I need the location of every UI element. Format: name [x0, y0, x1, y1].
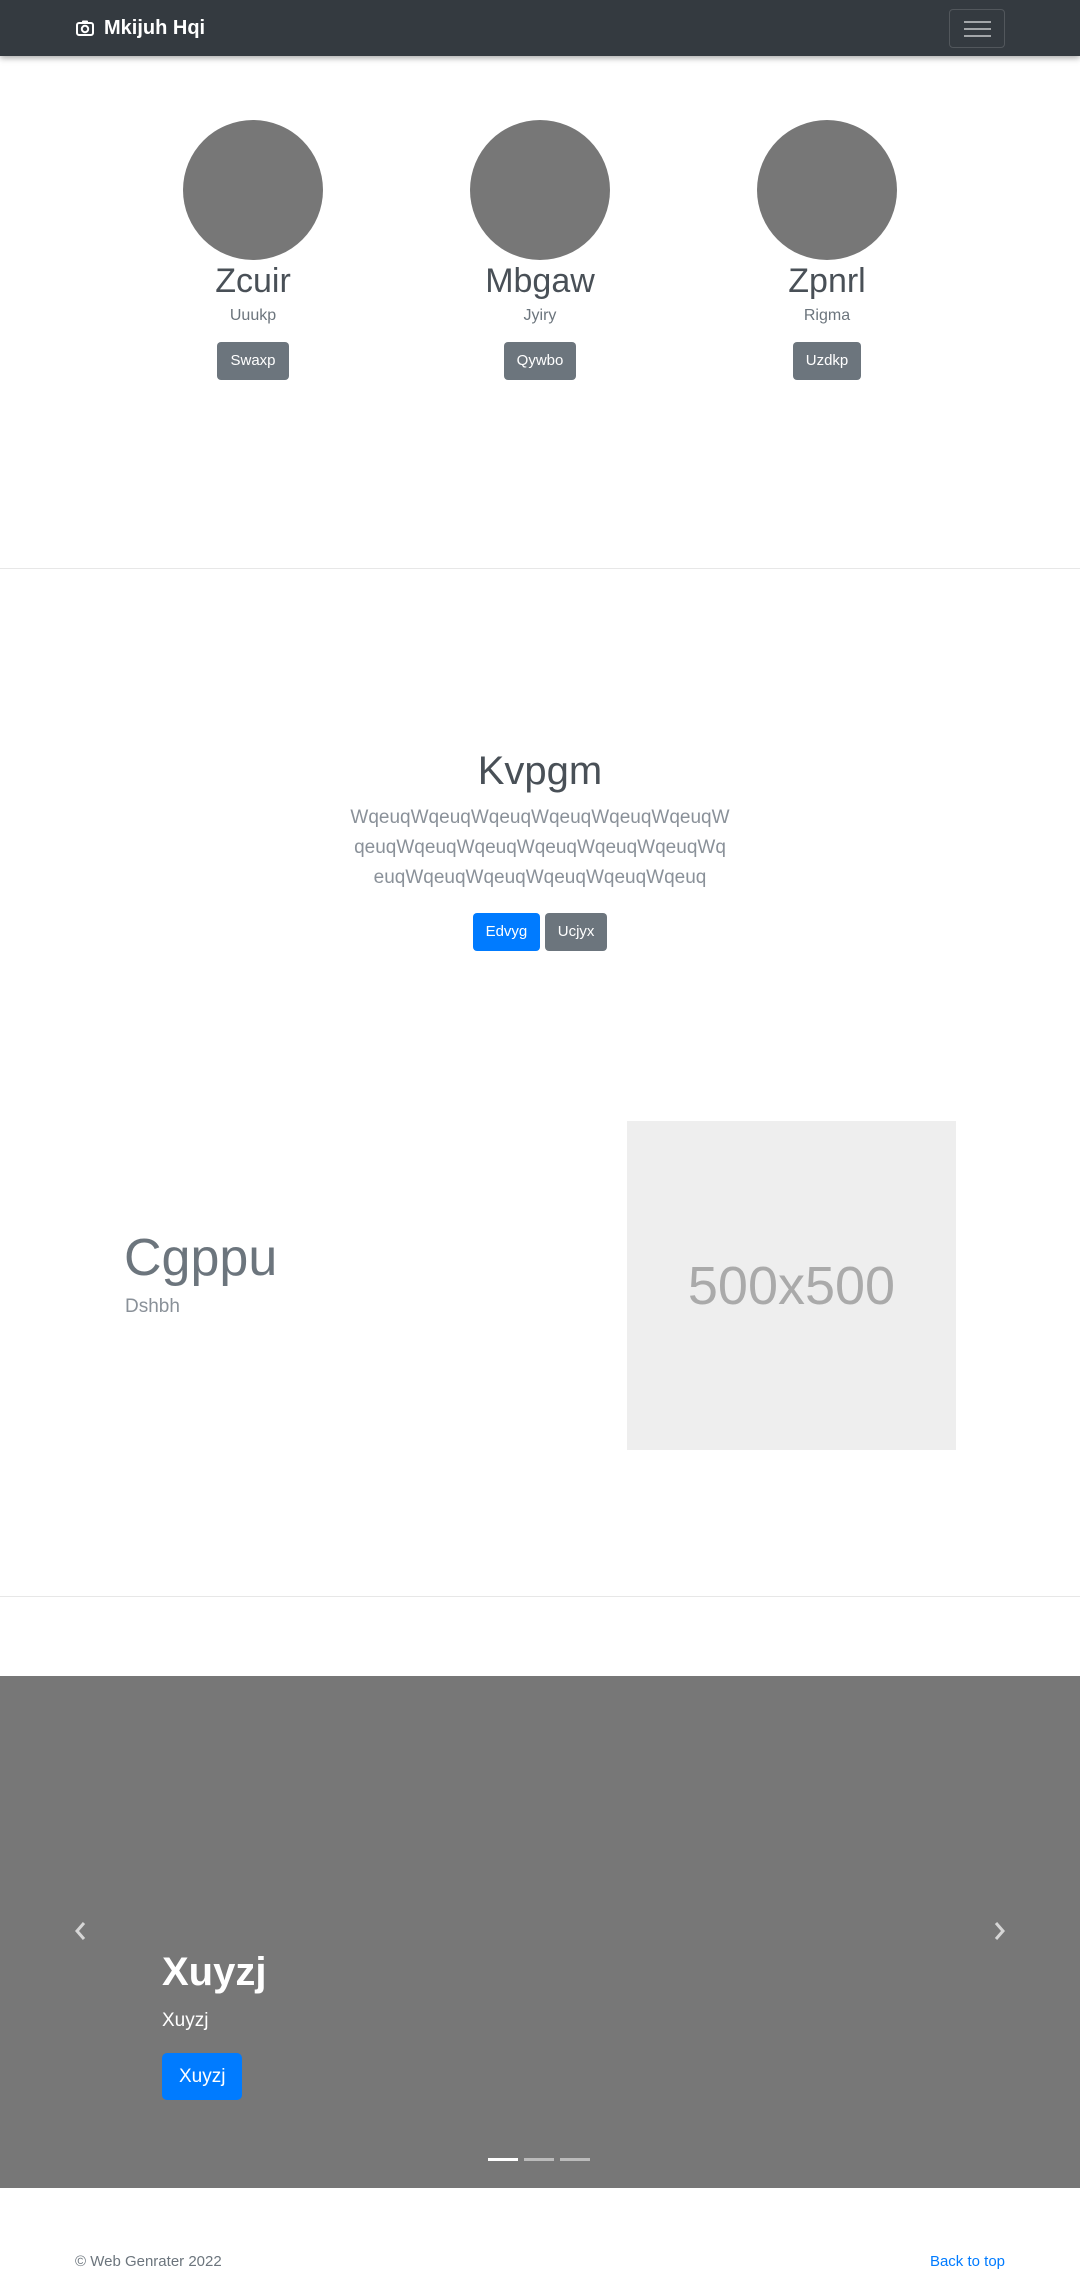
carousel-indicator[interactable] [524, 2158, 554, 2161]
carousel-next-button[interactable] [984, 1916, 1014, 1946]
profile-button[interactable]: Uzdkp [792, 342, 862, 380]
profile-card: Zpnrl Rigma Uzdkp [727, 120, 927, 380]
hamburger-icon-bar [964, 28, 991, 30]
divider [0, 1596, 1080, 1597]
avatar [183, 120, 323, 260]
profile-name: Mbgaw [485, 262, 595, 300]
hamburger-icon [964, 21, 991, 23]
avatar [470, 120, 610, 260]
footer-copyright: © Web Genrater 2022 [75, 2253, 222, 2270]
carousel: Xuyzj Xuyzj Xuyzj [0, 1676, 1080, 2188]
hero-secondary-button[interactable]: Ucjyx [544, 913, 608, 951]
hero-primary-button[interactable]: Edvyg [472, 913, 541, 951]
navbar-brand[interactable]: Mkijuh Hqi [75, 0, 205, 56]
profile-button[interactable]: Swaxp [217, 342, 289, 380]
chevron-left-icon [75, 1922, 86, 1940]
profile-subtitle: Rigma [803, 307, 851, 324]
feature-subtitle: Dshbh [125, 1296, 180, 1317]
camera-icon [76, 20, 94, 36]
profile-name: Zpnrl [788, 262, 866, 300]
hamburger-icon-bar [964, 35, 991, 37]
hero-title: Kvpgm [477, 749, 603, 793]
chevron-right-icon [994, 1922, 1005, 1940]
feature-image-placeholder: 500x500 [627, 1121, 956, 1450]
feature-title: Cgppu [124, 1229, 278, 1287]
profile-name: Zcuir [215, 262, 291, 300]
avatar [757, 120, 897, 260]
navbar-toggler-button[interactable] [949, 9, 1005, 48]
profile-card: Zcuir Uuukp Swaxp [153, 120, 353, 380]
profile-subtitle: Uuukp [229, 307, 277, 324]
carousel-indicator[interactable] [560, 2158, 590, 2161]
carousel-indicators [488, 2158, 596, 2161]
carousel-caption-text: Xuyzj [162, 2010, 209, 2031]
hero-section: Kvpgm WqeuqWqeuqWqeuqWqeuqWqeuqWqeuqWqeu… [0, 745, 1080, 951]
divider [0, 568, 1080, 569]
placeholder-label: 500x500 [687, 1255, 896, 1316]
carousel-prev-button[interactable] [66, 1916, 96, 1946]
carousel-caption-title: Xuyzj [162, 1950, 267, 1994]
carousel-indicator[interactable] [488, 2158, 518, 2161]
hero-text: WqeuqWqeuqWqeuqWqeuqWqeuqWqeuqWqeuqWqeuq… [350, 807, 730, 888]
brand-label: Mkijuh Hqi [104, 16, 206, 39]
hero-buttons: Edvyg Ucjyx [0, 913, 1080, 951]
carousel-caption-button[interactable]: Xuyzj [162, 2053, 243, 2100]
profile-button[interactable]: Qywbo [503, 342, 577, 380]
profile-subtitle: Jyiry [523, 307, 557, 324]
navbar: Mkijuh Hqi [0, 0, 1080, 56]
back-to-top-link[interactable]: Back to top [930, 2253, 1005, 2270]
profile-card: Mbgaw Jyiry Qywbo [440, 120, 640, 380]
